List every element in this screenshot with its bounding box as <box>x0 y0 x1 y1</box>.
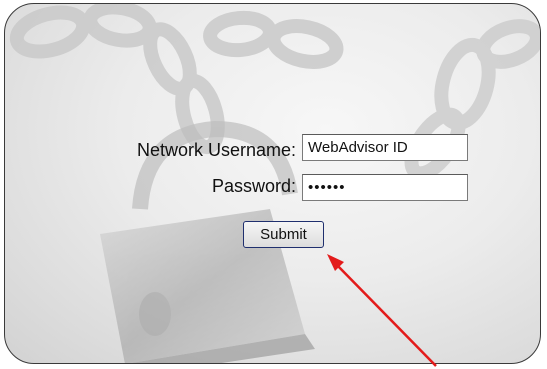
submit-button[interactable]: Submit <box>243 221 324 248</box>
username-input[interactable] <box>302 134 468 161</box>
login-panel: Network Username: Password: Submit <box>4 3 541 364</box>
username-label: Network Username: <box>136 140 296 160</box>
password-input[interactable] <box>302 174 468 201</box>
password-label: Password: <box>211 176 296 196</box>
login-page: Network Username: Password: Submit <box>0 0 547 369</box>
